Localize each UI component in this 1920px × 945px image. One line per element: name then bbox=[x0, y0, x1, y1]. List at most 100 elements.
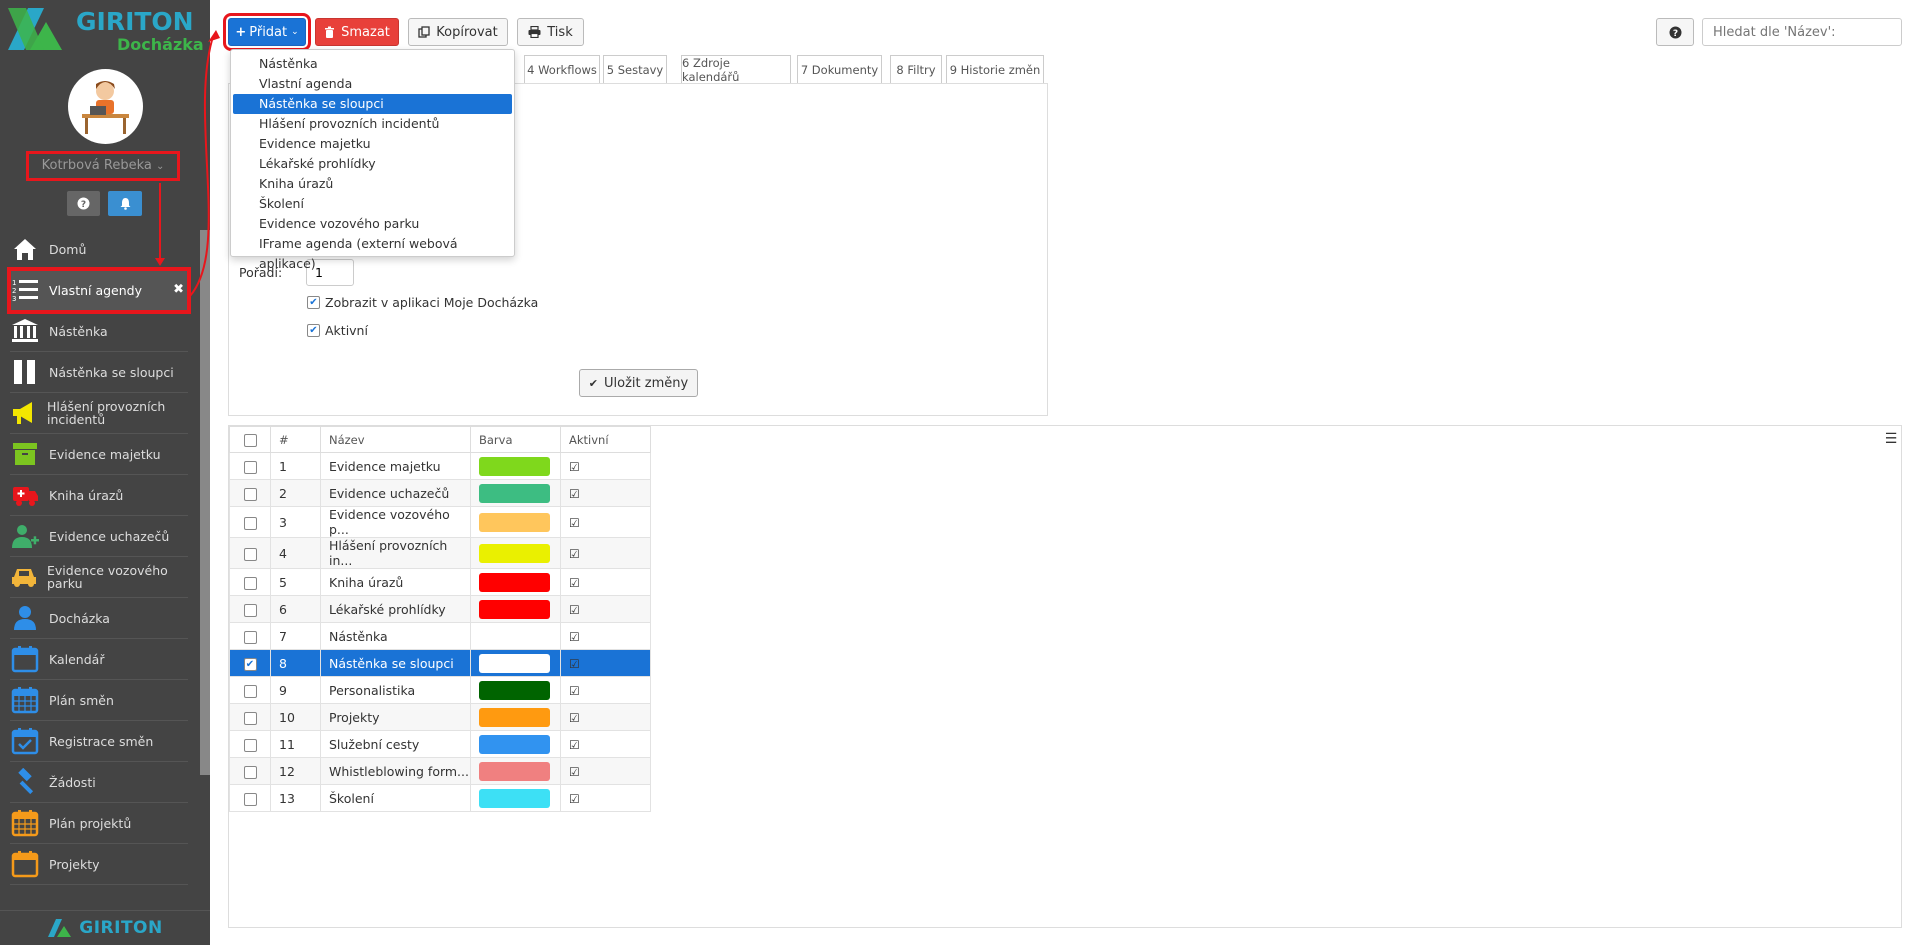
save-button[interactable]: ✔ Uložit změny bbox=[579, 369, 698, 397]
table-row[interactable]: 4 Hlášení provozních in... ☑ bbox=[229, 537, 651, 569]
row-select-cell[interactable] bbox=[229, 784, 271, 812]
row-select-cell[interactable] bbox=[229, 506, 271, 538]
row-select-cell[interactable] bbox=[229, 703, 271, 731]
print-button[interactable]: Tisk bbox=[517, 18, 584, 46]
row-checkbox[interactable] bbox=[243, 516, 257, 530]
tab-workflows[interactable]: 4 Workflows bbox=[524, 55, 600, 83]
column-header-name[interactable]: Název bbox=[320, 426, 471, 453]
table-row[interactable]: 7 Nástěnka ☑ bbox=[229, 622, 651, 650]
column-header-active[interactable]: Aktivní bbox=[560, 426, 651, 453]
show-in-app-checkbox-row[interactable]: ✔ Zobrazit v aplikaci Moje Docházka bbox=[307, 295, 538, 310]
row-select-cell[interactable] bbox=[229, 622, 271, 650]
row-checkbox[interactable] bbox=[243, 603, 257, 617]
row-checkbox[interactable] bbox=[243, 711, 257, 725]
column-header-color[interactable]: Barva bbox=[470, 426, 561, 453]
help-button[interactable]: ? bbox=[67, 191, 100, 216]
dropdown-item[interactable]: Nástěnka bbox=[233, 54, 512, 74]
add-button[interactable]: + Přidat ⌄ bbox=[223, 13, 311, 51]
row-select-cell[interactable] bbox=[229, 452, 271, 480]
row-checkbox[interactable] bbox=[243, 738, 257, 752]
sidebar-item-1[interactable]: 1 2 3 Vlastní agendy ✖ bbox=[7, 267, 191, 314]
row-checkbox[interactable] bbox=[243, 792, 257, 806]
row-select-cell[interactable] bbox=[229, 757, 271, 785]
table-row[interactable]: 11 Služební cesty ☑ bbox=[229, 730, 651, 758]
tab-historie-zmen[interactable]: 9 Historie změn bbox=[946, 55, 1044, 83]
table-row[interactable]: 2 Evidence uchazečů ☑ bbox=[229, 479, 651, 507]
row-number: 13 bbox=[270, 784, 321, 812]
dropdown-item[interactable]: Nástěnka se sloupci bbox=[233, 94, 512, 114]
table-row[interactable]: ✔ 8 Nástěnka se sloupci ☑ bbox=[229, 649, 651, 677]
row-checkbox[interactable]: ✔ bbox=[243, 657, 257, 671]
row-select-cell[interactable] bbox=[229, 479, 271, 507]
sidebar-item-8[interactable]: Evidence vozového parku bbox=[10, 557, 188, 598]
table-row[interactable]: 10 Projekty ☑ bbox=[229, 703, 651, 731]
dropdown-item[interactable]: IFrame agenda (externí webová aplikace) bbox=[233, 234, 512, 271]
row-checkbox[interactable] bbox=[243, 684, 257, 698]
avatar[interactable] bbox=[68, 69, 143, 144]
dropdown-item[interactable]: Školení bbox=[233, 194, 512, 214]
user-menu[interactable]: Kotrbová Rebeka ⌄ bbox=[26, 151, 180, 181]
row-checkbox[interactable] bbox=[243, 547, 257, 561]
dropdown-item[interactable]: Evidence majetku bbox=[233, 134, 512, 154]
dropdown-item[interactable]: Lékařské prohlídky bbox=[233, 154, 512, 174]
dropdown-item[interactable]: Kniha úrazů bbox=[233, 174, 512, 194]
hamburger-menu-icon[interactable]: ☰ bbox=[1883, 431, 1899, 447]
table-row[interactable]: 3 Evidence vozového p... ☑ bbox=[229, 506, 651, 538]
sidebar-item-0[interactable]: Domů bbox=[10, 229, 188, 270]
close-icon[interactable]: ✖ bbox=[173, 282, 184, 297]
search-input[interactable] bbox=[1702, 18, 1902, 46]
tab-zdroje-kalendaru[interactable]: 6 Zdroje kalendářů bbox=[681, 55, 791, 84]
row-checkbox[interactable] bbox=[243, 765, 257, 779]
notifications-button[interactable] bbox=[108, 191, 142, 216]
row-select-cell[interactable] bbox=[229, 537, 271, 569]
active-checkbox-row[interactable]: ✔ Aktivní bbox=[307, 323, 368, 338]
sidebar-item-15[interactable]: Projekty bbox=[10, 844, 188, 885]
row-select-cell[interactable] bbox=[229, 568, 271, 596]
sidebar-item-2[interactable]: Nástěnka bbox=[10, 311, 188, 352]
row-select-cell[interactable] bbox=[229, 730, 271, 758]
select-all-header[interactable] bbox=[229, 426, 271, 453]
row-select-cell[interactable]: ✔ bbox=[229, 649, 271, 677]
dropdown-item[interactable]: Hlášení provozních incidentů bbox=[233, 114, 512, 134]
tab-dokumenty[interactable]: 7 Dokumenty bbox=[797, 55, 882, 83]
select-all-checkbox[interactable] bbox=[243, 433, 257, 447]
row-select-cell[interactable] bbox=[229, 595, 271, 623]
row-color-cell bbox=[470, 537, 561, 569]
help-button[interactable]: ? bbox=[1656, 18, 1694, 46]
row-checkbox[interactable] bbox=[243, 576, 257, 590]
table-row[interactable]: 6 Lékařské prohlídky ☑ bbox=[229, 595, 651, 623]
giriton-logo[interactable]: GIRITON Docházka bbox=[0, 0, 210, 60]
column-header-number[interactable]: # bbox=[270, 426, 321, 453]
sidebar-item-7[interactable]: Evidence uchazečů bbox=[10, 516, 188, 557]
row-checkbox[interactable] bbox=[243, 630, 257, 644]
dropdown-item[interactable]: Vlastní agenda bbox=[233, 74, 512, 94]
table-row[interactable]: 12 Whistleblowing form... ☑ bbox=[229, 757, 651, 785]
sidebar-item-10[interactable]: Kalendář bbox=[10, 639, 188, 680]
table-row[interactable]: 5 Kniha úrazů ☑ bbox=[229, 568, 651, 596]
show-in-app-checkbox[interactable]: ✔ bbox=[307, 296, 320, 309]
sidebar-item-3[interactable]: Nástěnka se sloupci bbox=[10, 352, 188, 393]
delete-button[interactable]: Smazat bbox=[315, 18, 399, 46]
row-checkbox[interactable] bbox=[243, 460, 257, 474]
row-select-cell[interactable] bbox=[229, 676, 271, 704]
sidebar-item-13[interactable]: Žádosti bbox=[10, 762, 188, 803]
sidebar-item-6[interactable]: Kniha úrazů bbox=[10, 475, 188, 516]
sidebar-item-5[interactable]: Evidence majetku bbox=[10, 434, 188, 475]
table-row[interactable]: 1 Evidence majetku ☑ bbox=[229, 452, 651, 480]
active-checkbox[interactable]: ✔ bbox=[307, 324, 320, 337]
row-checkbox[interactable] bbox=[243, 487, 257, 501]
tab-filtry[interactable]: 8 Filtry bbox=[890, 55, 942, 83]
sidebar-scrollbar[interactable] bbox=[200, 230, 210, 775]
tab-sestavy[interactable]: 5 Sestavy bbox=[603, 55, 667, 83]
row-number: 4 bbox=[270, 537, 321, 569]
dropdown-item[interactable]: Evidence vozového parku bbox=[233, 214, 512, 234]
sidebar-item-14[interactable]: Plán projektů bbox=[10, 803, 188, 844]
sidebar-item-11[interactable]: Plán směn bbox=[10, 680, 188, 721]
table-row[interactable]: 13 Školení ☑ bbox=[229, 784, 651, 812]
copy-button[interactable]: Kopírovat bbox=[408, 18, 508, 46]
sidebar-item-4[interactable]: Hlášení provozních incidentů bbox=[10, 393, 188, 434]
table-row[interactable]: 9 Personalistika ☑ bbox=[229, 676, 651, 704]
sidebar-item-12[interactable]: Registrace směn bbox=[10, 721, 188, 762]
sidebar-item-9[interactable]: Docházka bbox=[10, 598, 188, 639]
check-icon: ✔ bbox=[588, 376, 599, 390]
